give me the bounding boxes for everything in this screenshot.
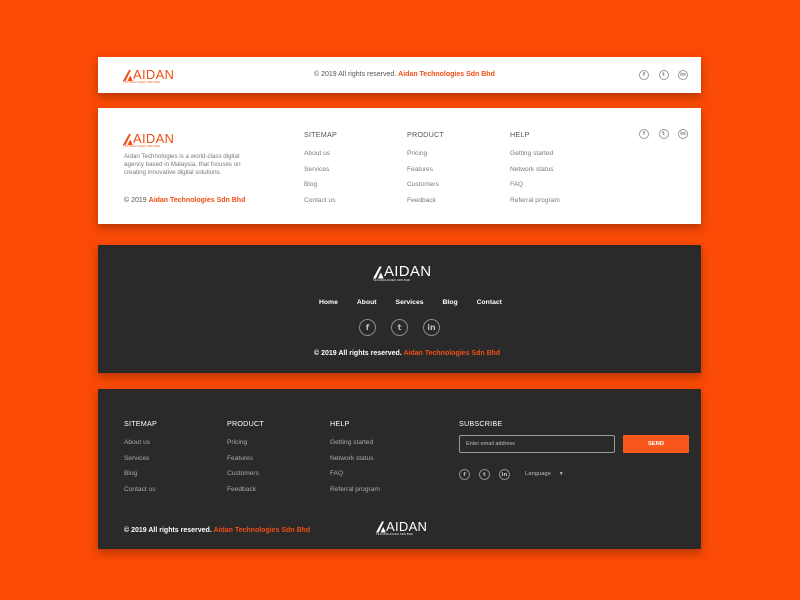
twitter-icon[interactable]: t	[658, 70, 669, 80]
help-link-faq[interactable]: FAQ	[510, 181, 560, 197]
send-button[interactable]: SEND	[623, 435, 689, 453]
logo-tagline: TECHNOLOGIES SDN BHD	[123, 81, 161, 84]
aidan-logo[interactable]: AIDAN TECHNOLOGIES SDN BHD	[376, 519, 428, 536]
column-heading: PRODUCT	[227, 419, 264, 428]
product-column: PRODUCT Pricing Features Customers Feedb…	[227, 419, 264, 501]
company-link[interactable]: Aidan Technologies Sdn Bhd	[213, 527, 310, 534]
copyright-prefix: © 2019 All rights reserved.	[314, 350, 402, 357]
help-link-referral[interactable]: Referral program	[330, 486, 380, 502]
sitemap-column: SITEMAP About us Services Blog Contact u…	[304, 130, 337, 212]
language-selector[interactable]: Language ▼	[525, 471, 564, 477]
copyright-prefix: © 2019 All rights reserved.	[124, 527, 212, 534]
footer-variant-centered-dark: AIDAN TECHNOLOGIES SDN BHD Home About Se…	[98, 245, 701, 373]
column-heading: SITEMAP	[304, 130, 337, 139]
column-heading: SITEMAP	[124, 419, 157, 428]
logo-tagline: TECHNOLOGIES SDN BHD	[123, 145, 161, 148]
help-link-network-status[interactable]: Network status	[330, 455, 380, 471]
nav-link-services[interactable]: Services	[396, 299, 424, 306]
email-input[interactable]: Enter email address	[459, 435, 615, 453]
nav-link-contact[interactable]: Contact	[477, 299, 502, 306]
product-link-features[interactable]: Features	[227, 455, 264, 471]
sitemap-link-services[interactable]: Services	[124, 455, 157, 471]
logo-tagline: TECHNOLOGIES SDN BHD	[376, 533, 414, 536]
logo-wordmark: AIDAN	[133, 67, 175, 82]
logo-wordmark: AIDAN	[384, 263, 432, 280]
sitemap-link-blog[interactable]: Blog	[124, 470, 157, 486]
help-column: HELP Getting started Network status FAQ …	[330, 419, 380, 501]
linkedin-icon[interactable]: in	[423, 319, 440, 336]
facebook-icon[interactable]: f	[639, 129, 649, 139]
linkedin-icon[interactable]: in	[499, 469, 510, 480]
social-links: f t in	[459, 469, 519, 480]
product-link-pricing[interactable]: Pricing	[407, 150, 444, 166]
product-link-pricing[interactable]: Pricing	[227, 439, 264, 455]
nav-link-blog[interactable]: Blog	[443, 299, 458, 306]
copyright-prefix: © 2019 All rights reserved.	[314, 71, 397, 78]
column-heading: HELP	[510, 130, 530, 139]
logo-wordmark: AIDAN	[133, 131, 175, 146]
help-link-network-status[interactable]: Network status	[510, 166, 560, 182]
social-links: f t in	[639, 129, 698, 139]
footer-variant-simple: AIDAN TECHNOLOGIES SDN BHD © 2019 All ri…	[98, 57, 701, 93]
logo-wordmark: AIDAN	[386, 519, 428, 534]
footer-variant-columns-light: AIDAN TECHNOLOGIES SDN BHD Aidan Technol…	[98, 108, 701, 224]
company-link[interactable]: Aidan Technologies Sdn Bhd	[149, 197, 246, 204]
sitemap-link-contact[interactable]: Contact us	[124, 486, 157, 502]
twitter-icon[interactable]: t	[479, 469, 490, 480]
copyright-text: © 2019 Aidan Technologies Sdn Bhd	[124, 197, 245, 204]
company-link[interactable]: Aidan Technologies Sdn Bhd	[398, 71, 495, 78]
social-links: f t in	[639, 70, 698, 80]
aidan-logo[interactable]: AIDAN TECHNOLOGIES SDN BHD	[123, 131, 175, 148]
nav-link-home[interactable]: Home	[319, 299, 338, 306]
twitter-icon[interactable]: t	[391, 319, 408, 336]
product-link-features[interactable]: Features	[407, 166, 444, 182]
column-heading: PRODUCT	[407, 130, 444, 139]
column-heading: HELP	[330, 419, 350, 428]
linkedin-icon[interactable]: in	[678, 129, 688, 139]
sitemap-link-about[interactable]: About us	[304, 150, 337, 166]
footer-variant-subscribe-dark: SITEMAP About us Services Blog Contact u…	[98, 389, 701, 549]
linkedin-icon[interactable]: in	[678, 70, 688, 80]
product-link-customers[interactable]: Customers	[227, 470, 264, 486]
sitemap-link-blog[interactable]: Blog	[304, 181, 337, 197]
help-link-getting-started[interactable]: Getting started	[510, 150, 560, 166]
subscribe-heading: SUBSCRIBE	[459, 419, 503, 428]
nav-link-about[interactable]: About	[357, 299, 377, 306]
help-link-faq[interactable]: FAQ	[330, 470, 380, 486]
product-link-feedback[interactable]: Feedback	[227, 486, 264, 502]
copyright-text: © 2019 All rights reserved. Aidan Techno…	[314, 71, 495, 78]
sitemap-column: SITEMAP About us Services Blog Contact u…	[124, 419, 157, 501]
product-link-customers[interactable]: Customers	[407, 181, 444, 197]
copyright-prefix: © 2019	[124, 197, 147, 204]
sitemap-link-services[interactable]: Services	[304, 166, 337, 182]
footer-nav: Home About Services Blog Contact	[319, 299, 521, 306]
company-link[interactable]: Aidan Technologies Sdn Bhd	[403, 350, 500, 357]
language-label: Language	[525, 471, 551, 477]
facebook-icon[interactable]: f	[459, 469, 470, 480]
help-link-getting-started[interactable]: Getting started	[330, 439, 380, 455]
sitemap-link-about[interactable]: About us	[124, 439, 157, 455]
about-description: Aidan Technologies is a world-class digi…	[124, 153, 241, 176]
social-links: f t in	[359, 319, 440, 336]
twitter-icon[interactable]: t	[658, 129, 669, 139]
product-column: PRODUCT Pricing Features Customers Feedb…	[407, 130, 444, 212]
chevron-down-icon: ▼	[558, 471, 564, 477]
copyright-text: © 2019 All rights reserved. Aidan Techno…	[314, 350, 500, 357]
help-column: HELP Getting started Network status FAQ …	[510, 130, 560, 212]
aidan-logo[interactable]: AIDAN TECHNOLOGIES SDN BHD	[373, 263, 432, 282]
product-link-feedback[interactable]: Feedback	[407, 197, 444, 213]
copyright-text: © 2019 All rights reserved. Aidan Techno…	[124, 527, 310, 534]
facebook-icon[interactable]: f	[639, 70, 649, 80]
help-link-referral[interactable]: Referral program	[510, 197, 560, 213]
logo-tagline: TECHNOLOGIES SDN BHD	[373, 279, 411, 282]
aidan-logo[interactable]: AIDAN TECHNOLOGIES SDN BHD	[123, 67, 175, 84]
facebook-icon[interactable]: f	[359, 319, 376, 336]
sitemap-link-contact[interactable]: Contact us	[304, 197, 337, 213]
